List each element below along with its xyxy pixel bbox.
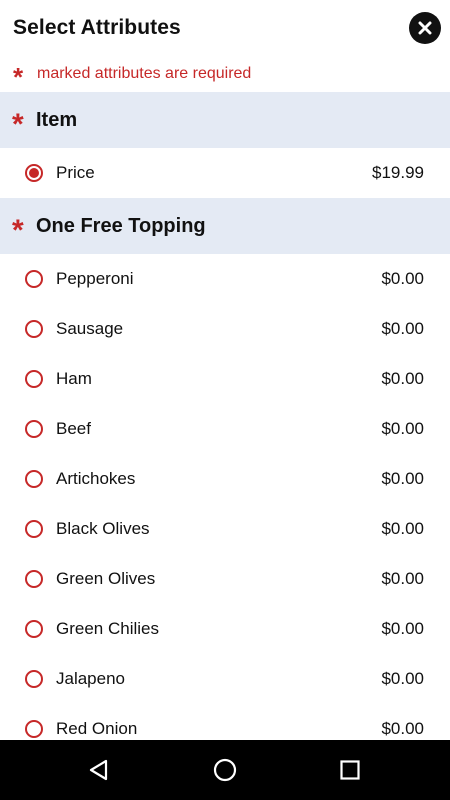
radio-unselected-icon[interactable] xyxy=(25,470,43,488)
option-row-black-olives[interactable]: Black Olives $0.00 xyxy=(0,504,450,554)
option-row-jalapeno[interactable]: Jalapeno $0.00 xyxy=(0,654,450,704)
back-button[interactable] xyxy=(85,756,113,784)
required-star-icon: * xyxy=(13,62,24,92)
option-price: $0.00 xyxy=(381,319,424,338)
option-row-price[interactable]: Price $19.99 xyxy=(0,148,450,198)
option-price: $19.99 xyxy=(372,163,424,182)
option-row-ham[interactable]: Ham $0.00 xyxy=(0,354,450,404)
required-star-icon: * xyxy=(12,108,24,141)
radio-unselected-icon[interactable] xyxy=(25,320,43,338)
option-price: $0.00 xyxy=(381,569,424,588)
option-label: Ham xyxy=(56,369,92,388)
section-header-item: * Item xyxy=(0,92,450,148)
option-row-sausage[interactable]: Sausage $0.00 xyxy=(0,304,450,354)
option-row-green-chilies[interactable]: Green Chilies $0.00 xyxy=(0,604,450,654)
radio-unselected-icon[interactable] xyxy=(25,370,43,388)
option-price: $0.00 xyxy=(381,519,424,538)
home-button[interactable] xyxy=(211,756,239,784)
option-label: Jalapeno xyxy=(56,669,126,688)
radio-unselected-icon[interactable] xyxy=(25,570,43,588)
option-label: Sausage xyxy=(56,319,124,338)
dialog-title: Select Attributes xyxy=(13,16,181,39)
dialog-header: Select Attributes * marked attributes ar… xyxy=(0,0,450,92)
system-navigation-bar xyxy=(0,740,450,800)
required-note: * marked attributes are required xyxy=(13,58,251,90)
recents-square-icon xyxy=(340,760,360,780)
option-price: $0.00 xyxy=(381,669,424,688)
option-price: $0.00 xyxy=(381,619,424,638)
option-label: Pepperoni xyxy=(56,269,134,288)
option-price: $0.00 xyxy=(381,469,424,488)
option-row-artichokes[interactable]: Artichokes $0.00 xyxy=(0,454,450,504)
radio-selected-icon[interactable] xyxy=(25,164,43,182)
option-price: $0.00 xyxy=(381,719,424,738)
option-row-beef[interactable]: Beef $0.00 xyxy=(0,404,450,454)
option-label: Price xyxy=(56,163,95,182)
option-row-pepperoni[interactable]: Pepperoni $0.00 xyxy=(0,254,450,304)
back-triangle-icon xyxy=(89,759,108,781)
radio-unselected-icon[interactable] xyxy=(25,270,43,288)
option-label: Black Olives xyxy=(56,519,150,538)
option-label: Beef xyxy=(56,419,91,438)
section-header-one-free-topping: * One Free Topping xyxy=(0,198,450,254)
option-label: Green Chilies xyxy=(56,619,159,638)
option-price: $0.00 xyxy=(381,419,424,438)
required-star-icon: * xyxy=(12,214,24,247)
option-row-green-olives[interactable]: Green Olives $0.00 xyxy=(0,554,450,604)
section-title: Item xyxy=(36,108,78,131)
option-price: $0.00 xyxy=(381,369,424,388)
radio-unselected-icon[interactable] xyxy=(25,420,43,438)
home-circle-icon xyxy=(213,758,237,782)
option-label: Artichokes xyxy=(56,469,136,488)
required-note-text: marked attributes are required xyxy=(37,65,252,82)
radio-unselected-icon[interactable] xyxy=(25,670,43,688)
close-button[interactable] xyxy=(409,12,441,44)
option-label: Red Onion xyxy=(56,719,138,738)
radio-unselected-icon[interactable] xyxy=(25,720,43,738)
option-label: Green Olives xyxy=(56,569,156,588)
recents-button[interactable] xyxy=(336,756,364,784)
close-icon xyxy=(418,21,432,35)
radio-unselected-icon[interactable] xyxy=(25,620,43,638)
option-price: $0.00 xyxy=(381,269,424,288)
radio-unselected-icon[interactable] xyxy=(25,520,43,538)
section-title: One Free Topping xyxy=(36,214,206,237)
